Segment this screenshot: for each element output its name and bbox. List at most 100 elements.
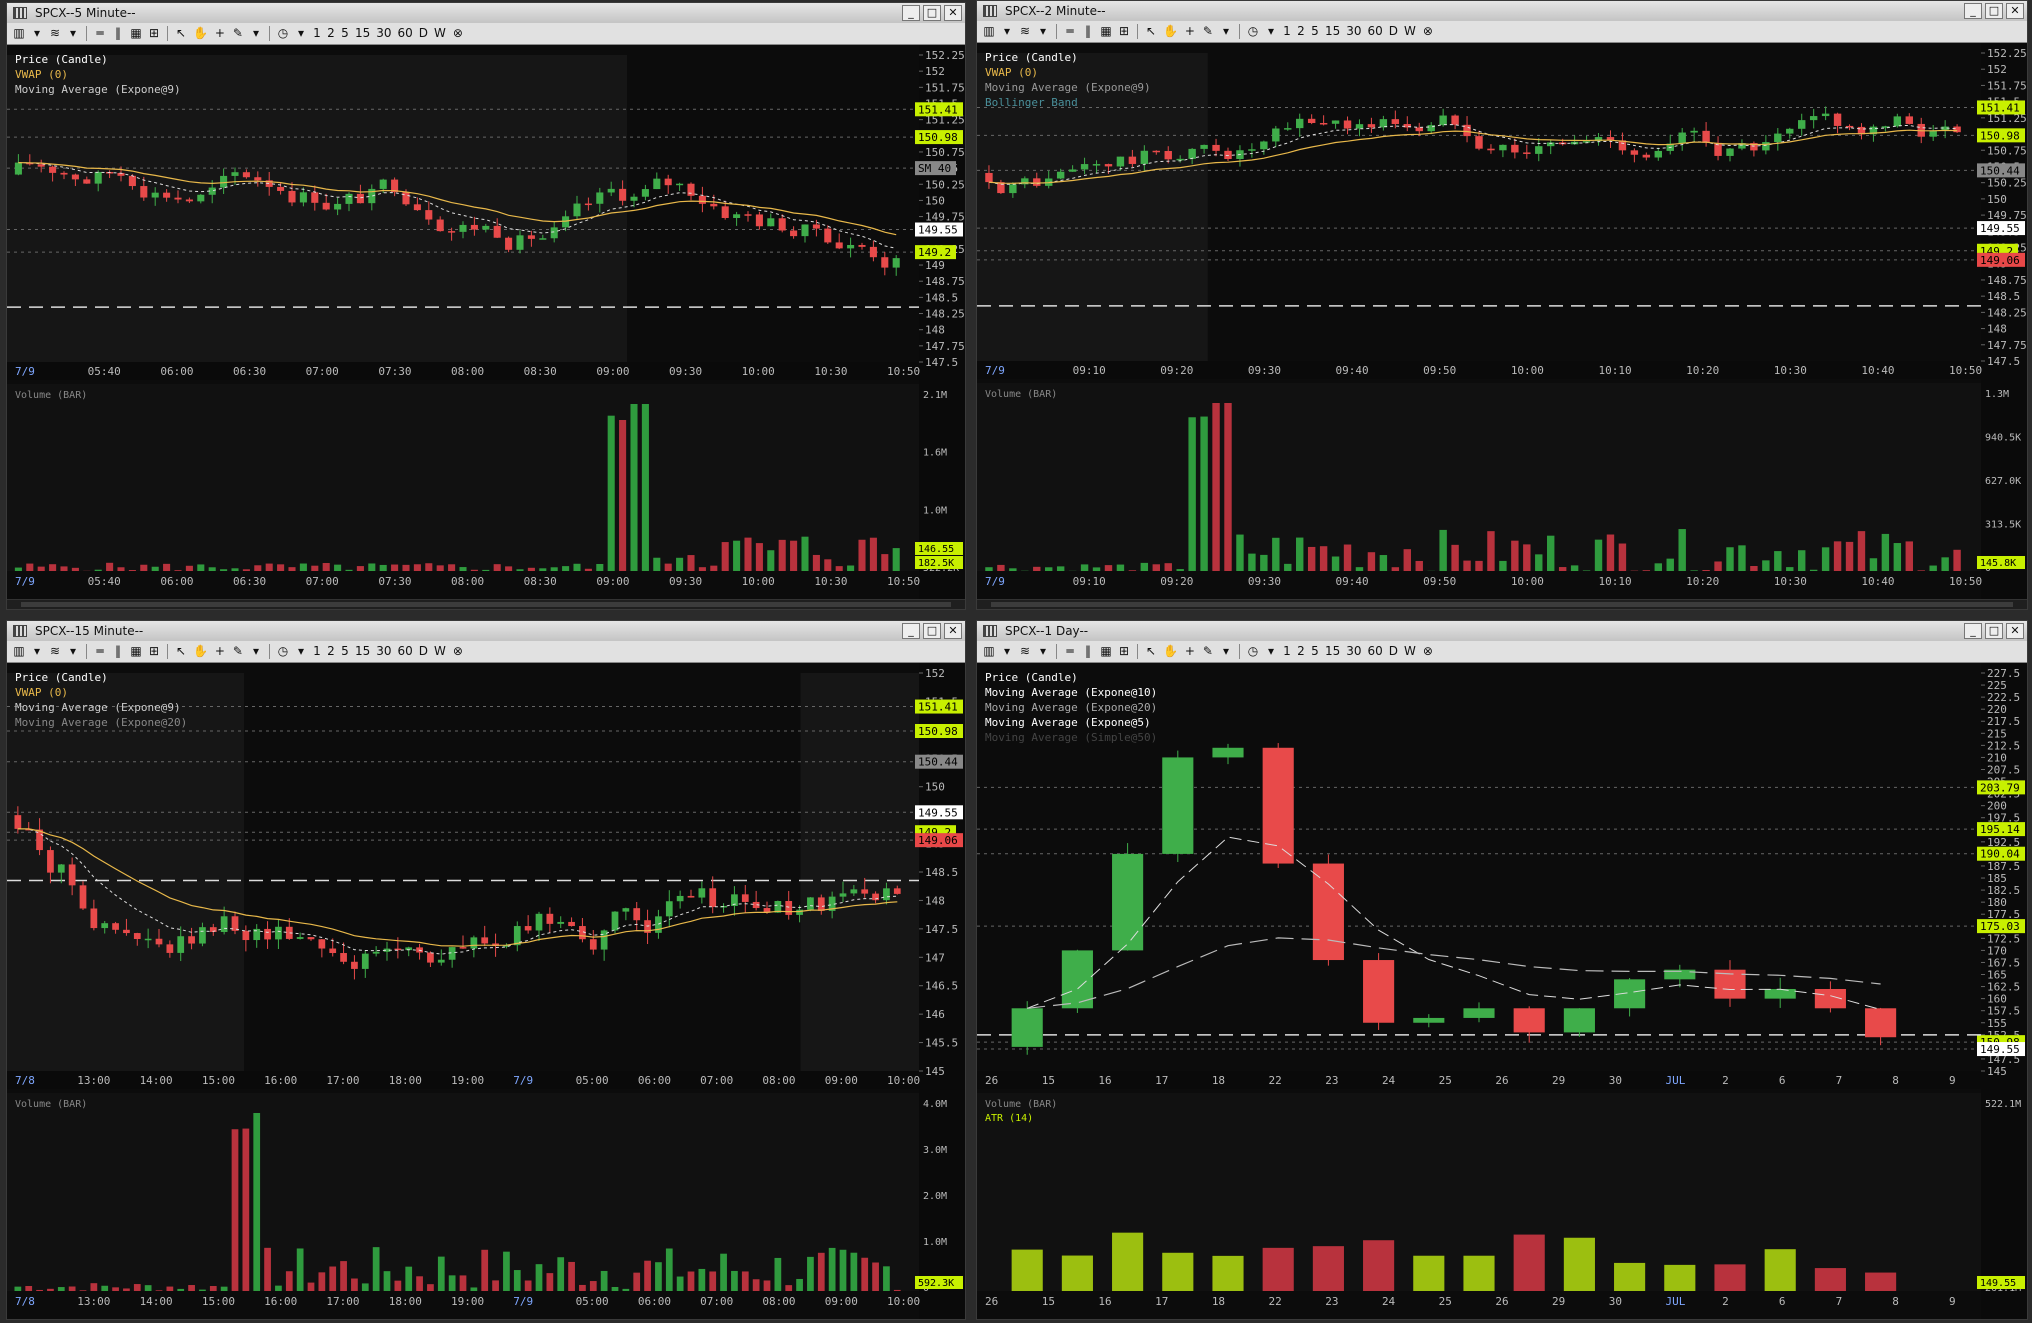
- chart-window-5min[interactable]: SPCX--5 Minute-- _ □ ✕ ▥ ▾ ≋ ▾ ═ ‖ ▦ ⊞ ↖ ✋ + ✎ ▾ ◷ ▾ 1 2…: [6, 2, 966, 610]
- dropdown-icon[interactable]: ▾: [293, 25, 309, 42]
- hand-icon[interactable]: ✋: [191, 643, 210, 660]
- interval-button-w[interactable]: W: [1402, 643, 1418, 660]
- dropdown-icon[interactable]: ▾: [1263, 643, 1279, 660]
- pencil-icon[interactable]: ✎: [1200, 23, 1216, 40]
- cursor-icon[interactable]: ↖: [173, 643, 189, 660]
- interval-button-15[interactable]: 15: [1323, 23, 1342, 40]
- bars-icon[interactable]: ═: [1062, 23, 1078, 40]
- dropdown-icon[interactable]: ▾: [65, 25, 81, 42]
- layout-icon[interactable]: ⊞: [1116, 23, 1132, 40]
- layout-icon[interactable]: ⊞: [146, 25, 162, 42]
- pencil-icon[interactable]: ✎: [1200, 643, 1216, 660]
- interval-button-30[interactable]: 30: [374, 25, 393, 42]
- interval-button-w[interactable]: W: [432, 25, 448, 42]
- maximize-button[interactable]: □: [1985, 3, 2003, 19]
- draw-icon[interactable]: ≋: [47, 643, 63, 660]
- dropdown-icon[interactable]: ▾: [65, 643, 81, 660]
- dropdown-icon[interactable]: ▾: [1035, 23, 1051, 40]
- chart-window-2min[interactable]: SPCX--2 Minute-- _ □ ✕ ▥ ▾ ≋ ▾ ═ ‖ ▦ ⊞ ↖ ✋ + ✎ ▾ ◷ ▾ 1 2…: [976, 0, 2028, 610]
- dropdown-icon[interactable]: ▾: [1218, 643, 1234, 660]
- minimize-button[interactable]: _: [902, 623, 920, 639]
- interval-button-d[interactable]: D: [1387, 23, 1400, 40]
- interval-button-d[interactable]: D: [417, 25, 430, 42]
- horizontal-scrollbar[interactable]: [7, 599, 965, 609]
- interval-button-60[interactable]: 60: [1366, 643, 1385, 660]
- crosshair-icon[interactable]: +: [212, 25, 228, 42]
- hand-icon[interactable]: ✋: [1161, 23, 1180, 40]
- bars-icon[interactable]: ═: [92, 25, 108, 42]
- bars-icon[interactable]: ═: [1062, 643, 1078, 660]
- close-chart-icon[interactable]: ⊗: [1420, 23, 1436, 40]
- crosshair-icon[interactable]: +: [1182, 643, 1198, 660]
- interval-button-1[interactable]: 1: [1281, 23, 1293, 40]
- grid-icon[interactable]: ▦: [1098, 23, 1114, 40]
- interval-button-1[interactable]: 1: [311, 25, 323, 42]
- window-titlebar[interactable]: SPCX--1 Day-- _ □ ✕: [977, 621, 2027, 641]
- clock-icon[interactable]: ◷: [275, 25, 291, 42]
- draw-icon[interactable]: ≋: [47, 25, 63, 42]
- dropdown-icon[interactable]: ▾: [999, 23, 1015, 40]
- interval-button-60[interactable]: 60: [1366, 23, 1385, 40]
- interval-button-30[interactable]: 30: [1344, 23, 1363, 40]
- price-chart[interactable]: 152151.5151150.5150149.5149148.5148147.5…: [7, 663, 966, 1320]
- close-button[interactable]: ✕: [944, 623, 962, 639]
- interval-button-d[interactable]: D: [1387, 643, 1400, 660]
- horizontal-scrollbar[interactable]: [977, 599, 2027, 609]
- interval-button-1[interactable]: 1: [1281, 643, 1293, 660]
- dropdown-icon[interactable]: ▾: [999, 643, 1015, 660]
- interval-button-15[interactable]: 15: [353, 25, 372, 42]
- interval-button-5[interactable]: 5: [1309, 643, 1321, 660]
- hand-icon[interactable]: ✋: [191, 25, 210, 42]
- dropdown-icon[interactable]: ▾: [248, 643, 264, 660]
- pencil-icon[interactable]: ✎: [230, 25, 246, 42]
- minimize-button[interactable]: _: [1964, 623, 1982, 639]
- dropdown-icon[interactable]: ▾: [293, 643, 309, 660]
- close-button[interactable]: ✕: [2006, 623, 2024, 639]
- price-chart[interactable]: 152.25152151.75151.5151.25151150.75150.5…: [7, 45, 966, 601]
- chart-type-icon[interactable]: ▥: [11, 643, 27, 660]
- columns-icon[interactable]: ‖: [1080, 643, 1096, 660]
- interval-button-2[interactable]: 2: [1295, 23, 1307, 40]
- interval-button-15[interactable]: 15: [1323, 643, 1342, 660]
- dropdown-icon[interactable]: ▾: [29, 643, 45, 660]
- close-chart-icon[interactable]: ⊗: [450, 643, 466, 660]
- interval-button-w[interactable]: W: [432, 643, 448, 660]
- scroll-thumb[interactable]: [21, 602, 951, 607]
- grid-icon[interactable]: ▦: [128, 25, 144, 42]
- maximize-button[interactable]: □: [1985, 623, 2003, 639]
- price-chart[interactable]: 152.25152151.75151.5151.25151150.75150.5…: [977, 43, 2028, 601]
- close-button[interactable]: ✕: [944, 5, 962, 21]
- cursor-icon[interactable]: ↖: [173, 25, 189, 42]
- maximize-button[interactable]: □: [923, 5, 941, 21]
- interval-button-2[interactable]: 2: [325, 643, 337, 660]
- dropdown-icon[interactable]: ▾: [1035, 643, 1051, 660]
- maximize-button[interactable]: □: [923, 623, 941, 639]
- chart-type-icon[interactable]: ▥: [11, 25, 27, 42]
- dropdown-icon[interactable]: ▾: [1263, 23, 1279, 40]
- hand-icon[interactable]: ✋: [1161, 643, 1180, 660]
- columns-icon[interactable]: ‖: [110, 643, 126, 660]
- clock-icon[interactable]: ◷: [275, 643, 291, 660]
- grid-icon[interactable]: ▦: [1098, 643, 1114, 660]
- interval-button-30[interactable]: 30: [374, 643, 393, 660]
- cursor-icon[interactable]: ↖: [1143, 643, 1159, 660]
- chart-type-icon[interactable]: ▥: [981, 23, 997, 40]
- scroll-thumb[interactable]: [991, 602, 2013, 607]
- interval-button-5[interactable]: 5: [339, 643, 351, 660]
- draw-icon[interactable]: ≋: [1017, 643, 1033, 660]
- cursor-icon[interactable]: ↖: [1143, 23, 1159, 40]
- close-button[interactable]: ✕: [2006, 3, 2024, 19]
- chart-window-1day[interactable]: SPCX--1 Day-- _ □ ✕ ▥ ▾ ≋ ▾ ═ ‖ ▦ ⊞ ↖ ✋ + ✎ ▾ ◷ ▾ 1 2 5 15…: [976, 620, 2028, 1320]
- interval-button-1[interactable]: 1: [311, 643, 323, 660]
- pencil-icon[interactable]: ✎: [230, 643, 246, 660]
- window-titlebar[interactable]: SPCX--5 Minute-- _ □ ✕: [7, 3, 965, 23]
- price-chart[interactable]: 227.5225222.5220217.5215212.5210207.5205…: [977, 663, 2028, 1320]
- interval-button-30[interactable]: 30: [1344, 643, 1363, 660]
- layout-icon[interactable]: ⊞: [146, 643, 162, 660]
- minimize-button[interactable]: _: [902, 5, 920, 21]
- interval-button-5[interactable]: 5: [339, 25, 351, 42]
- minimize-button[interactable]: _: [1964, 3, 1982, 19]
- dropdown-icon[interactable]: ▾: [1218, 23, 1234, 40]
- interval-button-2[interactable]: 2: [1295, 643, 1307, 660]
- interval-button-d[interactable]: D: [417, 643, 430, 660]
